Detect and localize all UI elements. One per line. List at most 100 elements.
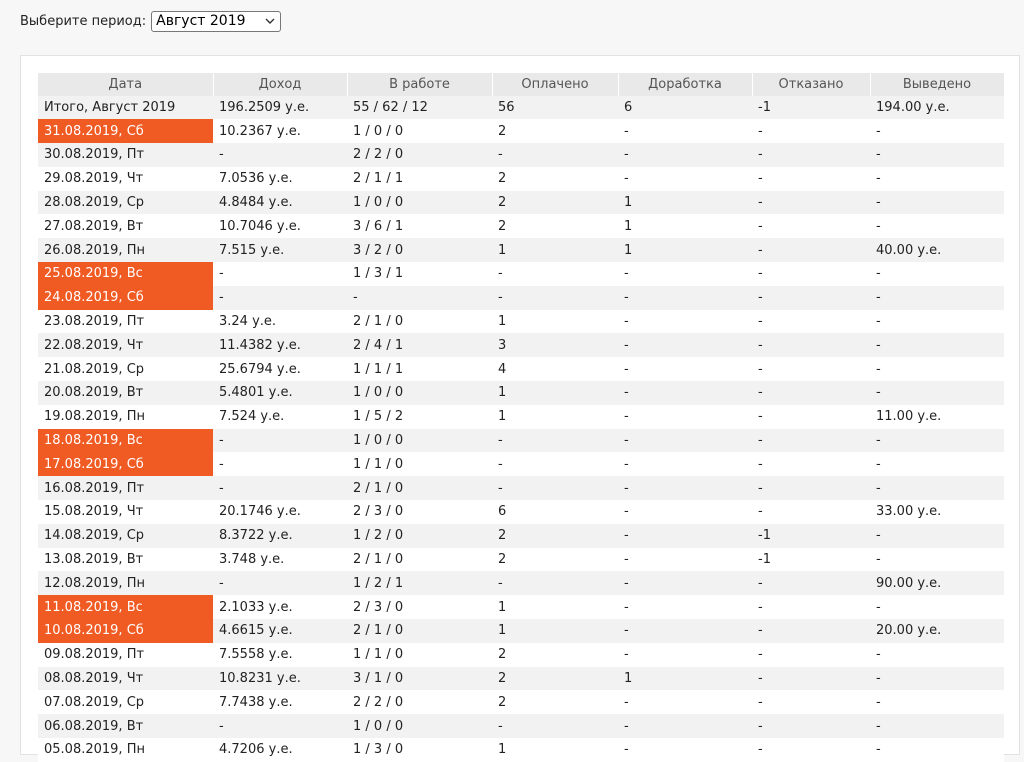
table-row: 13.08.2019, Вт 3.748 у.е. 2 / 1 / 0 2- -1- — [38, 547, 1004, 572]
cell-date: 14.08.2019, Ср — [38, 523, 213, 548]
cell-paid: 1 — [492, 238, 618, 263]
cell-date: 21.08.2019, Ср — [38, 357, 213, 382]
cell-withdrawn: - — [870, 642, 1004, 667]
cell-date: 05.08.2019, Пн — [38, 738, 213, 762]
cell-paid: 2 — [492, 166, 618, 191]
cell-date: 20.08.2019, Вт — [38, 381, 213, 405]
table-row: 27.08.2019, Вт 10.7046 у.е. 3 / 6 / 121-- — [38, 214, 1004, 239]
table-row: 08.08.2019, Чт 10.8231 у.е. 3 / 1 / 021-- — [38, 666, 1004, 691]
cell-income: - — [213, 428, 347, 453]
cell-rework: - — [618, 476, 752, 501]
cell-in-work: 1 / 0 / 0 — [347, 714, 492, 739]
cell-in-work: 2 / 3 / 0 — [347, 500, 492, 524]
cell-withdrawn: 20.00 у.е. — [870, 619, 1004, 643]
cell-rework: 6 — [618, 96, 752, 120]
col-header-income[interactable]: Доход — [213, 73, 348, 96]
cell-in-work: 1 / 3 / 1 — [347, 262, 492, 286]
cell-withdrawn: - — [870, 547, 1004, 572]
cell-rework: - — [618, 333, 752, 358]
cell-withdrawn: - — [870, 690, 1004, 715]
cell-refused: - — [752, 262, 870, 286]
cell-income: 5.4801 у.е. — [213, 381, 347, 405]
col-header-refused[interactable]: Отказано — [752, 73, 871, 96]
col-header-withdrawn[interactable]: Выведено — [870, 73, 1005, 96]
cell-paid: 1 — [492, 738, 618, 762]
cell-date: 06.08.2019, Вт — [38, 714, 213, 739]
cell-withdrawn: - — [870, 381, 1004, 405]
period-select[interactable]: Август 2019 — [151, 10, 282, 32]
cell-withdrawn: - — [870, 262, 1004, 286]
cell-withdrawn: - — [870, 428, 1004, 453]
cell-rework: - — [618, 547, 752, 572]
cell-date: 11.08.2019, Вс — [38, 595, 213, 620]
cell-date: 28.08.2019, Ср — [38, 190, 213, 215]
table-row: 17.08.2019, Сб -1 / 1 / 0---- — [38, 452, 1004, 477]
col-header-rework[interactable]: Доработка — [618, 73, 753, 96]
table-row: 25.08.2019, Вс -1 / 3 / 1---- — [38, 262, 1004, 286]
cell-income: 7.7438 у.е. — [213, 690, 347, 715]
cell-refused: - — [752, 381, 870, 405]
cell-rework: - — [618, 404, 752, 429]
cell-date: 13.08.2019, Вт — [38, 547, 213, 572]
cell-refused: - — [752, 190, 870, 215]
cell-refused: - — [752, 666, 870, 691]
cell-date: 24.08.2019, Сб — [38, 285, 213, 310]
cell-in-work: 1 / 0 / 0 — [347, 428, 492, 453]
cell-paid: - — [492, 476, 618, 501]
cell-income: 4.8484 у.е. — [213, 190, 347, 215]
col-header-date[interactable]: Дата — [38, 73, 214, 96]
cell-in-work: 55 / 62 / 12 — [347, 96, 492, 120]
table-header-row: Дата Доход В работе Оплачено Доработка О… — [38, 73, 1005, 96]
cell-income: 10.2367 у.е. — [213, 119, 347, 144]
cell-refused: - — [752, 285, 870, 310]
cell-refused: - — [752, 166, 870, 191]
cell-paid: 2 — [492, 690, 618, 715]
cell-income: 7.0536 у.е. — [213, 166, 347, 191]
cell-in-work: - — [347, 285, 492, 310]
cell-withdrawn: - — [870, 190, 1004, 215]
cell-withdrawn: 40.00 у.е. — [870, 238, 1004, 263]
cell-in-work: 1 / 0 / 0 — [347, 190, 492, 215]
col-header-paid[interactable]: Оплачено — [492, 73, 619, 96]
table-row: 24.08.2019, Сб - - - - - - — [38, 285, 1004, 310]
cell-rework: - — [618, 166, 752, 191]
cell-in-work: 1 / 2 / 1 — [347, 571, 492, 596]
table-row: 07.08.2019, Ср 7.7438 у.е. 2 / 2 / 02--- — [38, 690, 1004, 715]
table-row: 20.08.2019, Вт 5.4801 у.е. 1 / 0 / 01--- — [38, 381, 1004, 405]
cell-refused: - — [752, 143, 870, 167]
cell-paid: 56 — [492, 96, 618, 120]
cell-in-work: 1 / 5 / 2 — [347, 404, 492, 429]
cell-withdrawn: - — [870, 595, 1004, 620]
cell-income: - — [213, 143, 347, 167]
cell-date: 16.08.2019, Пт — [38, 476, 213, 501]
cell-in-work: 2 / 1 / 0 — [347, 619, 492, 643]
cell-rework: 1 — [618, 190, 752, 215]
cell-rework: - — [618, 381, 752, 405]
cell-in-work: 2 / 4 / 1 — [347, 333, 492, 358]
period-label: Выберите период: — [20, 13, 147, 29]
cell-date: 12.08.2019, Пн — [38, 571, 213, 596]
cell-refused: - — [752, 428, 870, 453]
table-row: 15.08.2019, Чт 20.1746 у.е. 2 / 3 / 0 6- -33… — [38, 500, 1004, 524]
cell-refused: - — [752, 738, 870, 762]
table-row: 06.08.2019, Вт -1 / 0 / 0---- — [38, 714, 1004, 739]
cell-income: 10.7046 у.е. — [213, 214, 347, 239]
table-row: 19.08.2019, Пн 7.524 у.е. 1 / 5 / 2 1- -11.0… — [38, 404, 1004, 429]
cell-rework: 1 — [618, 238, 752, 263]
cell-withdrawn: 11.00 у.е. — [870, 404, 1004, 429]
cell-income: 3.24 у.е. — [213, 309, 347, 334]
cell-in-work: 1 / 0 / 0 — [347, 381, 492, 405]
cell-withdrawn: - — [870, 214, 1004, 239]
table-row: 31.08.2019, Сб 10.2367 у.е. 1 / 0 / 02--- — [38, 119, 1004, 144]
cell-paid: 2 — [492, 190, 618, 215]
cell-date: 26.08.2019, Пн — [38, 238, 213, 263]
cell-paid: 1 — [492, 595, 618, 620]
cell-rework: 1 — [618, 666, 752, 691]
cell-rework: - — [618, 619, 752, 643]
table-row: 11.08.2019, Вс 2.1033 у.е. 2 / 3 / 01--- — [38, 595, 1004, 620]
col-header-in-work[interactable]: В работе — [347, 73, 493, 96]
table-row: 09.08.2019, Пт 7.5558 у.е. 1 / 1 / 02--- — [38, 642, 1004, 667]
cell-rework: - — [618, 571, 752, 596]
cell-withdrawn: - — [870, 333, 1004, 358]
cell-withdrawn: 194.00 у.е. — [870, 96, 1004, 120]
